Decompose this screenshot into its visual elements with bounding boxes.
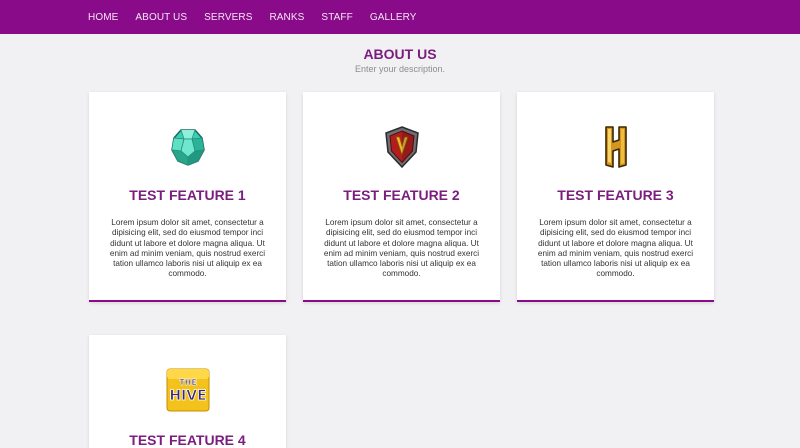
section-description: Enter your description.: [354, 64, 446, 74]
nav-staff[interactable]: STAFF: [321, 12, 352, 23]
feature-card-2: TEST FEATURE 2 Lorem ipsum dolor sit ame…: [303, 92, 500, 302]
feature-title: TEST FEATURE 3: [557, 187, 674, 203]
feature-text: Lorem ipsum dolor sit amet, consectetur …: [323, 218, 480, 279]
feature-card-1: TEST FEATURE 1 Lorem ipsum dolor sit ame…: [89, 92, 286, 302]
feature-title: TEST FEATURE 4: [129, 432, 246, 448]
nav-servers[interactable]: SERVERS: [204, 12, 252, 23]
nav-ranks[interactable]: RANKS: [269, 12, 304, 23]
feature-card-3: TEST FEATURE 3 Lorem ipsum dolor sit ame…: [517, 92, 714, 302]
feature-text: Lorem ipsum dolor sit amet, consectetur …: [109, 218, 266, 279]
section-title: ABOUT US: [363, 46, 437, 62]
nav-home[interactable]: HOME: [88, 12, 118, 23]
the-hive-logo-icon: THE HIVE: [89, 368, 286, 412]
shield-logo-icon: [303, 125, 500, 169]
emerald-gem-icon: [89, 125, 286, 169]
hive-logo-line-2: HIVE: [169, 388, 206, 404]
hypixel-logo-icon: [517, 125, 714, 169]
navbar: HOME ABOUT US SERVERS RANKS STAFF GALLER…: [0, 0, 800, 34]
feature-text: Lorem ipsum dolor sit amet, consectetur …: [537, 218, 694, 279]
feature-card-4: THE HIVE TEST FEATURE 4: [89, 335, 286, 448]
hive-logo-line-1: THE: [179, 378, 197, 387]
feature-title: TEST FEATURE 1: [129, 187, 246, 203]
nav-about-us[interactable]: ABOUT US: [135, 12, 187, 23]
feature-title: TEST FEATURE 2: [343, 187, 460, 203]
nav-gallery[interactable]: GALLERY: [370, 12, 417, 23]
